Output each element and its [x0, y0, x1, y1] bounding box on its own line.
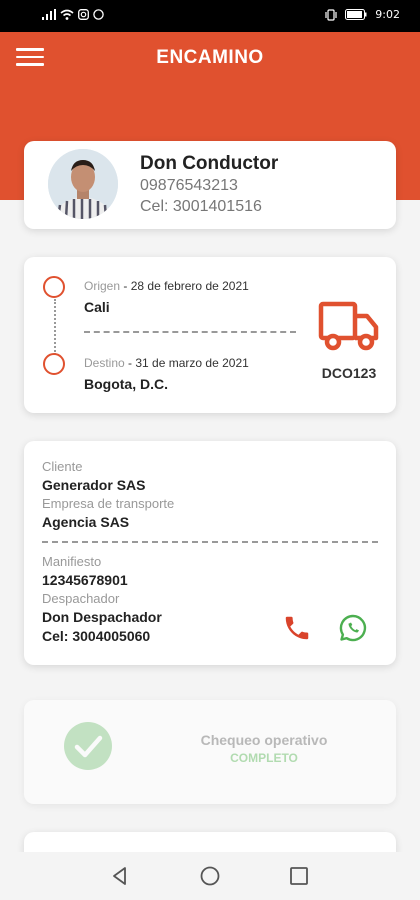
back-icon[interactable] — [108, 864, 132, 888]
status-bar: 9:02 — [0, 0, 420, 32]
app-title: ENCAMINO — [156, 47, 264, 68]
manifest-label: Manifiesto — [42, 554, 102, 569]
recents-icon[interactable] — [287, 864, 311, 888]
client-label: Cliente — [42, 459, 83, 474]
destination-date: 31 de marzo de 2021 — [135, 356, 249, 370]
transport-value: Agencia SAS — [42, 514, 130, 530]
status-icons-right: 9:02 — [325, 8, 400, 21]
wifi-icon — [60, 9, 74, 20]
route-line — [54, 299, 56, 355]
route-card: Origen - 28 de febrero de 2021 Cali Dest… — [24, 257, 396, 413]
whatsapp-icon[interactable] — [338, 613, 368, 643]
driver-name: Don Conductor — [140, 153, 279, 174]
driver-phone: Cel: 3001401516 — [140, 198, 262, 215]
signal-icon — [42, 9, 56, 20]
destination-city: Bogota, D.C. — [84, 376, 168, 392]
avatar — [48, 149, 118, 219]
driver-id-number: 09876543213 — [140, 177, 238, 194]
origin-date: 28 de febrero de 2021 — [130, 279, 249, 293]
transport-label: Empresa de transporte — [42, 496, 175, 511]
battery-icon — [345, 9, 367, 20]
origin-label: Origen — [84, 279, 121, 293]
destination-label-row: Destino - 31 de marzo de 2021 — [84, 356, 249, 370]
check-badge — [64, 722, 112, 770]
check-icon — [74, 735, 103, 758]
system-nav-bar — [0, 852, 420, 900]
destination-marker-icon — [43, 353, 65, 375]
whatsapp-status-icon — [93, 9, 104, 20]
origin-label-row: Origen - 28 de febrero de 2021 — [84, 279, 249, 293]
shipment-info-card: Cliente Generador SAS Empresa de transpo… — [24, 441, 396, 665]
vibrate-icon — [325, 8, 337, 21]
destination-label: Destino — [84, 356, 125, 370]
dispatcher-label: Despachador — [42, 591, 120, 606]
manifest-value: 12345678901 — [42, 572, 128, 588]
driver-card: Don Conductor 09876543213 Cel: 300140151… — [24, 141, 396, 229]
check-status: COMPLETO — [230, 751, 298, 765]
vehicle-plate: DCO123 — [321, 365, 377, 381]
operational-check-card[interactable]: Chequeo operativo COMPLETO — [24, 700, 396, 804]
route-divider — [84, 331, 296, 333]
home-icon[interactable] — [198, 864, 222, 888]
truck-icon — [318, 301, 379, 351]
phone-icon[interactable] — [282, 613, 312, 643]
origin-marker-icon — [43, 276, 65, 298]
status-time: 9:02 — [375, 8, 400, 21]
status-icons-left — [42, 9, 104, 20]
client-value: Generador SAS — [42, 477, 146, 493]
info-divider — [42, 541, 378, 543]
instagram-icon — [78, 9, 89, 20]
dispatcher-phone: Cel: 3004005060 — [42, 628, 151, 644]
check-title: Chequeo operativo — [200, 732, 328, 748]
origin-city: Cali — [84, 299, 110, 315]
dispatcher-name: Don Despachador — [42, 609, 162, 625]
